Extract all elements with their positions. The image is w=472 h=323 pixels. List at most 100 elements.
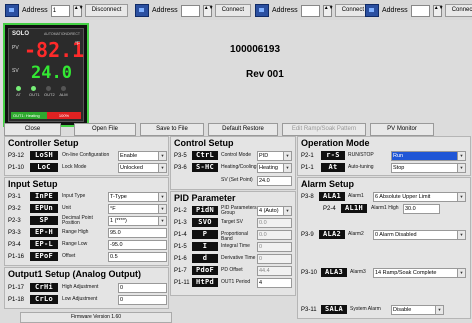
param-row: SV (Set Point) 24.0 [174, 176, 292, 186]
param-row: P3-12 LoSH On-line Configuration Enable [8, 151, 167, 161]
revision: Rev 001 [246, 69, 284, 80]
heating-cooling-select[interactable]: Heating [257, 163, 292, 173]
save-file-button[interactable]: Save to File [140, 123, 204, 136]
high-adjustment-input[interactable]: 0 [118, 283, 167, 293]
param-row: P1-2 PidN PID Parameters Group 4 (Auto) [174, 206, 292, 216]
set-point-input[interactable]: 24.0 [257, 176, 292, 186]
led-icon [16, 86, 21, 91]
address-input-2[interactable] [180, 4, 200, 17]
param-code: P3-11 [301, 307, 317, 313]
lcd-code: d [192, 254, 218, 263]
lcd-code: LoSH [30, 151, 58, 160]
section-title: Input Setup [8, 179, 58, 189]
low-adjustment-input[interactable]: 0 [118, 295, 167, 305]
pid-group-select[interactable]: 4 (Auto) [257, 206, 292, 216]
input-setup-panel: Input Setup P3-1 InPE Input Type T-Type … [4, 177, 169, 266]
param-code: P2-3 [8, 218, 21, 224]
alarm-setup-panel: Alarm Setup P3-8 ALA1 Alarm1 6 Absolute … [297, 177, 471, 319]
address-group-2: Address ▲▼ Connect [135, 4, 252, 17]
param-row: P2-3 SP Decimal Point Position 1 (****) [8, 216, 167, 226]
led-label: OUT2 [44, 92, 55, 97]
indicator-leds: AT OUT1 OUT2 ALM [12, 86, 80, 104]
section-title: Output1 Setup (Analog Output) [8, 269, 141, 279]
address-input-1[interactable]: 1 [50, 4, 70, 17]
integral-time-input[interactable]: 0 [257, 242, 292, 252]
param-name: PID Parameters Group [221, 205, 257, 216]
firmware-version: Firmware Version 1.60 [20, 312, 172, 323]
param-name: RUN/STOP [348, 152, 374, 158]
param-row: P3-6 S-HC Heating/Cooling Heating [174, 163, 292, 173]
lcd-code: ALA1 [319, 192, 345, 201]
param-name: Heating/Cooling [221, 164, 257, 170]
param-code: P1-2 [174, 208, 187, 214]
param-name: High Adjustment [62, 284, 99, 290]
led-label: ALM [59, 92, 68, 97]
unit-select[interactable]: °F [108, 204, 167, 214]
address-label: Address [382, 7, 408, 14]
address-spinner-4[interactable]: ▲▼ [432, 4, 444, 17]
param-name: Alarm1 High [371, 205, 399, 211]
param-code: P1-5 [174, 244, 187, 250]
address-input-3[interactable] [300, 4, 320, 17]
edit-ramp-soak-button[interactable]: Edit Ramp/Soak Pattern [282, 123, 366, 136]
proportional-band-input[interactable]: 0.0 [257, 230, 292, 240]
disconnect-button[interactable]: Disconnect [84, 4, 129, 17]
connect-button-2[interactable]: Connect [214, 4, 252, 17]
lcd-code: PdoF [192, 266, 218, 275]
led-icon [46, 86, 51, 91]
address-spinner-3[interactable]: ▲▼ [322, 4, 334, 17]
system-alarm-select[interactable]: Disable [391, 305, 444, 315]
decimal-point-select[interactable]: 1 (****) [108, 216, 167, 226]
param-row: P1-11 HtPd OUT1 Period 4 [174, 278, 292, 288]
controller-display: SOLO AUTOMATIONDIRECT PV -82.1 °F SV 24.… [3, 23, 89, 127]
lcd-code: SALA [321, 305, 347, 314]
brand-label: AUTOMATIONDIRECT [43, 32, 80, 36]
sv-label: SV [12, 68, 19, 74]
address-group-4: Address ▲▼ Connect [365, 4, 472, 17]
lcd-code: ALA2 [319, 230, 345, 239]
address-spinner-2[interactable]: ▲▼ [202, 4, 214, 17]
online-config-select[interactable]: Enable [118, 151, 167, 161]
param-name: Proportional Band [221, 231, 248, 242]
lcd-code: EP-H [30, 228, 58, 237]
open-file-button[interactable]: Open File [74, 123, 136, 136]
derivative-time-input[interactable]: 0 [257, 254, 292, 264]
alarm3-select[interactable]: 14 Ramp/Soak Complete [373, 268, 466, 278]
param-name: Lock Mode [62, 164, 87, 170]
target-sv-input[interactable]: 0.0 [257, 218, 292, 228]
lock-mode-select[interactable]: Unlocked [118, 163, 167, 173]
auto-tuning-select[interactable]: Stop [391, 163, 466, 173]
alarm2-select[interactable]: 0 Alarm Disabled [373, 230, 466, 240]
param-name: On-line Configuration [62, 152, 110, 158]
pd-offset-input[interactable]: 44.4 [257, 266, 292, 276]
param-code: P1-11 [174, 280, 190, 286]
param-name: Alarm2 [348, 231, 364, 237]
input-type-select[interactable]: T-Type [108, 192, 167, 202]
range-low-input[interactable]: -95.0 [108, 240, 167, 250]
address-input-4[interactable] [410, 4, 430, 17]
section-title: Control Setup [174, 138, 234, 148]
alarm1-high-input[interactable]: 30.0 [403, 204, 440, 214]
connect-button-4[interactable]: Connect [444, 4, 472, 17]
pv-monitor-button[interactable]: PV Monitor [370, 123, 434, 136]
param-name: Alarm3 [350, 269, 366, 275]
device-icon [135, 4, 149, 17]
led-at: AT [14, 86, 23, 97]
alarm1-select[interactable]: 6 Absolute Upper Limit [373, 192, 466, 202]
out1-period-input[interactable]: 4 [257, 278, 292, 288]
param-code: P1-18 [8, 297, 25, 303]
close-button[interactable]: Close [4, 123, 61, 136]
range-high-input[interactable]: 95.0 [108, 228, 167, 238]
control-mode-select[interactable]: PID [257, 151, 292, 161]
default-restore-button[interactable]: Default Restore [208, 123, 278, 136]
offset-input[interactable]: 0.5 [108, 252, 167, 262]
unit-label: °F [75, 41, 81, 47]
run-stop-select[interactable]: Run [391, 151, 466, 161]
param-code: P3-1 [8, 194, 21, 200]
param-row: P3-10 ALA3 Alarm3 14 Ramp/Soak Complete [301, 268, 467, 278]
param-row: P1-17 CrHi High Adjustment 0 [8, 283, 167, 293]
param-code: P2-4 [323, 206, 336, 212]
lcd-code: CtrL [192, 151, 218, 160]
address-spinner-1[interactable]: ▲▼ [72, 4, 84, 17]
param-row: P1-6 d Derivative Time 0 [174, 254, 292, 264]
